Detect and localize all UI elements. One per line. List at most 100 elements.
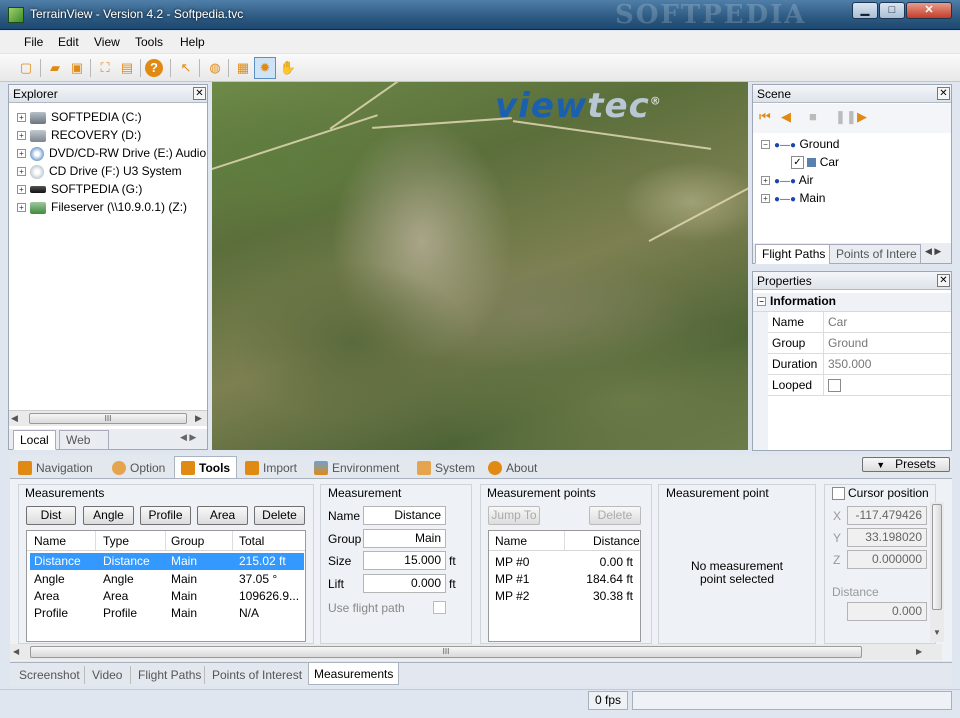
save-icon[interactable]: ▣ xyxy=(68,59,86,77)
collapse-icon[interactable]: − xyxy=(757,297,766,307)
property-value[interactable]: Car xyxy=(824,312,851,332)
angle-button[interactable]: Angle xyxy=(83,506,134,525)
tree-item-drive[interactable]: + SOFTPEDIA (C:) xyxy=(17,108,207,126)
play-icon[interactable]: ▶ xyxy=(857,109,867,125)
grid-icon[interactable]: ▦ xyxy=(234,59,252,77)
pointer-icon[interactable]: ↖ xyxy=(177,59,195,77)
column-header[interactable]: Total xyxy=(239,534,264,548)
expand-icon[interactable]: + xyxy=(17,131,26,141)
tab-measurements[interactable]: Measurements xyxy=(308,663,400,685)
point-distance-cell[interactable]: 30.38 ft xyxy=(569,589,633,603)
property-value[interactable]: Ground xyxy=(824,333,872,353)
scroll-left-icon[interactable]: ◀ xyxy=(11,413,18,424)
new-icon[interactable]: ▢ xyxy=(17,59,35,77)
tab-about[interactable]: About xyxy=(488,459,537,477)
tree-item-drive[interactable]: + Fileserver (\\10.9.0.1) (Z:) xyxy=(17,198,207,216)
jump-to-button[interactable]: Jump To xyxy=(488,506,540,525)
car-checkbox[interactable]: ✓ xyxy=(791,156,804,170)
expand-icon[interactable]: + xyxy=(17,113,26,123)
point-name-cell[interactable]: MP #2 xyxy=(495,589,529,603)
size-field[interactable]: 15.000 xyxy=(363,551,446,570)
tools-hscrollbar[interactable]: ◀ III ▶ xyxy=(10,644,942,660)
tab-video[interactable]: Video xyxy=(92,666,122,684)
tab-scroll-icon[interactable]: ◀ ▶ xyxy=(180,432,196,443)
looped-checkbox[interactable] xyxy=(828,379,841,392)
point-name-cell[interactable]: MP #1 xyxy=(495,572,529,586)
column-header[interactable]: Name xyxy=(495,534,527,548)
point-distance-cell[interactable]: 0.00 ft xyxy=(569,555,633,569)
layout-icon[interactable]: ▤ xyxy=(118,59,136,77)
property-row[interactable]: Duration 350.000 xyxy=(768,354,951,375)
delete-button[interactable]: Delete xyxy=(254,506,305,525)
column-header[interactable]: Distance xyxy=(593,534,640,548)
collapse-icon[interactable]: − xyxy=(761,140,770,150)
tab-points-of-interest-dock[interactable]: Points of Interest xyxy=(212,666,302,684)
scroll-thumb[interactable]: III xyxy=(30,646,862,658)
area-button[interactable]: Area xyxy=(197,506,248,525)
property-row[interactable]: Looped xyxy=(768,375,951,396)
menu-file[interactable]: File xyxy=(24,35,43,49)
tab-system[interactable]: System xyxy=(417,459,475,477)
column-header[interactable]: Group xyxy=(171,534,204,548)
profile-button[interactable]: Profile xyxy=(140,506,191,525)
globe-icon[interactable]: ◍ xyxy=(206,59,224,77)
group-field[interactable]: Main xyxy=(363,529,446,548)
explorer-close-icon[interactable]: ✕ xyxy=(193,87,206,100)
point-distance-cell[interactable]: 184.64 ft xyxy=(569,572,633,586)
tab-flight-paths-dock[interactable]: Flight Paths xyxy=(138,666,201,684)
rewind-icon[interactable]: ◀ xyxy=(781,109,791,125)
tab-web[interactable]: Web xyxy=(59,430,109,450)
tab-tools[interactable]: Tools xyxy=(174,456,238,478)
tree-item-ground[interactable]: − ●—● Ground xyxy=(761,135,949,153)
stop-icon[interactable]: ■ xyxy=(809,109,817,124)
column-header[interactable]: Name xyxy=(34,534,66,548)
pause-icon[interactable]: ❚❚ xyxy=(835,109,857,125)
properties-section[interactable]: − Information xyxy=(753,293,951,312)
scroll-right-icon[interactable]: ▶ xyxy=(195,413,202,424)
terrain-viewport[interactable]: viewtec® xyxy=(212,82,748,450)
properties-close-icon[interactable]: ✕ xyxy=(937,274,950,287)
tree-item-air[interactable]: + ●—● Air xyxy=(761,171,949,189)
lift-field[interactable]: 0.000 xyxy=(363,574,446,593)
help-icon[interactable]: ? xyxy=(145,59,163,77)
menu-view[interactable]: View xyxy=(94,35,120,49)
expand-icon[interactable]: + xyxy=(17,149,26,159)
tab-scroll-icon[interactable]: ◀ ▶ xyxy=(925,246,941,257)
tree-item-drive[interactable]: + DVD/CD-RW Drive (E:) Audio xyxy=(17,144,207,162)
tree-item-drive[interactable]: + RECOVERY (D:) xyxy=(17,126,207,144)
scroll-right-icon[interactable]: ▶ xyxy=(916,647,922,656)
tools-vscrollbar[interactable]: ▼ xyxy=(930,502,944,642)
property-row[interactable]: Group Ground xyxy=(768,333,951,354)
explorer-scrollbar[interactable]: ◀ III ▶ xyxy=(9,410,207,426)
cursor-position-checkbox[interactable] xyxy=(832,487,845,500)
menu-tools[interactable]: Tools xyxy=(135,35,163,49)
expand-icon[interactable]: + xyxy=(17,185,26,195)
table-row[interactable]: Profile Profile Main N/A xyxy=(30,605,304,622)
scroll-left-icon[interactable]: ◀ xyxy=(13,647,19,656)
scroll-down-icon[interactable]: ▼ xyxy=(933,628,941,637)
maximize-button[interactable]: □ xyxy=(879,2,905,19)
skip-start-icon[interactable]: ⏮ xyxy=(759,109,771,125)
scroll-thumb[interactable]: III xyxy=(29,413,187,424)
scene-close-icon[interactable]: ✕ xyxy=(937,87,950,100)
table-row[interactable]: Distance Distance Main 215.02 ft xyxy=(30,553,304,570)
hand-icon[interactable]: ✋ xyxy=(279,59,297,77)
tab-import[interactable]: Import xyxy=(245,459,297,477)
sun-icon[interactable]: ✹ xyxy=(254,57,276,79)
tree-item-drive[interactable]: + CD Drive (F:) U3 System xyxy=(17,162,207,180)
table-row[interactable]: Angle Angle Main 37.05 ° xyxy=(30,571,304,588)
property-row[interactable]: Name Car xyxy=(768,312,951,333)
fit-icon[interactable]: ⛶ xyxy=(96,59,114,77)
delete-point-button[interactable]: Delete xyxy=(589,506,641,525)
tab-local[interactable]: Local xyxy=(13,430,56,450)
expand-icon[interactable]: + xyxy=(761,194,770,204)
tab-points-of-interest[interactable]: Points of Intere xyxy=(829,244,921,264)
tree-item-drive[interactable]: + SOFTPEDIA (G:) xyxy=(17,180,207,198)
scroll-thumb[interactable] xyxy=(932,504,942,610)
tab-environment[interactable]: Environment xyxy=(314,459,399,477)
tab-screenshot[interactable]: Screenshot xyxy=(19,666,80,684)
close-button[interactable]: ✕ xyxy=(906,2,952,19)
table-row[interactable]: Area Area Main 109626.9... xyxy=(30,588,304,605)
menu-edit[interactable]: Edit xyxy=(58,35,79,49)
tab-flight-paths[interactable]: Flight Paths xyxy=(755,244,833,264)
